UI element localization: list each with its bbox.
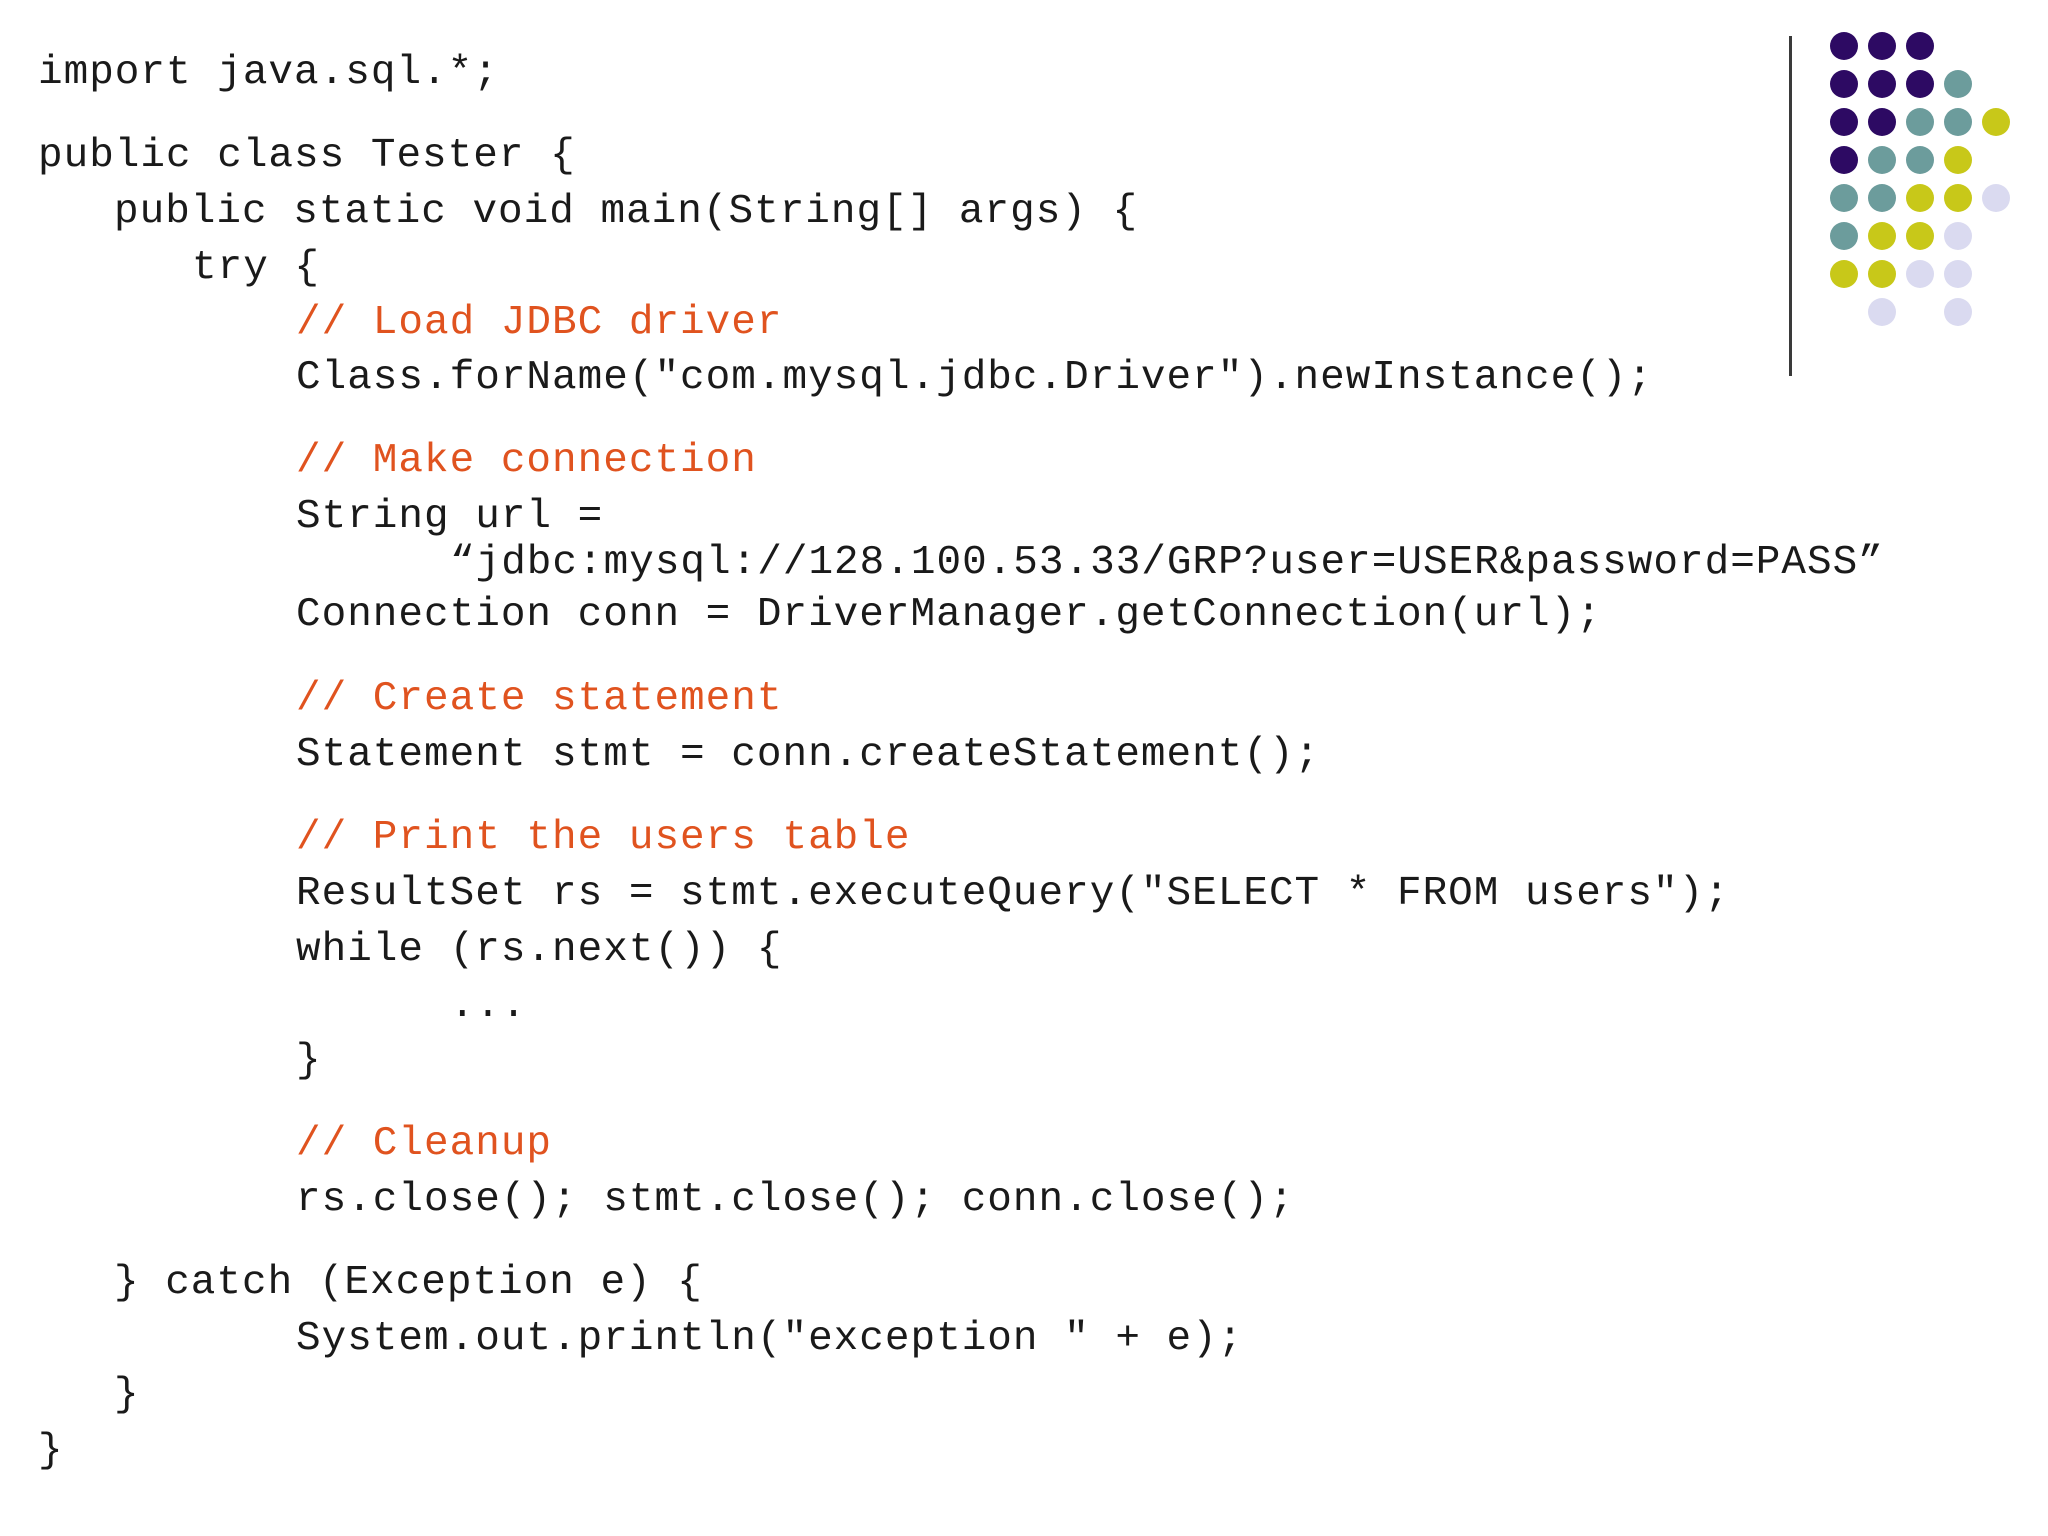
dot-lavender: [1868, 298, 1896, 326]
decorative-dot-grid: [1830, 32, 2040, 332]
dot-purple: [1868, 32, 1896, 60]
code-line-class-close: }: [38, 1428, 64, 1474]
code-line-get-connection: Connection conn = DriverManager.getConne…: [296, 592, 1602, 638]
dot-yellow: [1944, 184, 1972, 212]
dot-teal: [1868, 184, 1896, 212]
code-line-catch-close: }: [114, 1372, 140, 1418]
dot-teal: [1944, 108, 1972, 136]
dot-lavender: [1944, 260, 1972, 288]
dot-lavender: [1944, 222, 1972, 250]
dot-purple: [1830, 146, 1858, 174]
dot-purple: [1868, 108, 1896, 136]
code-line-while-close: }: [296, 1038, 322, 1084]
dot-teal: [1830, 184, 1858, 212]
dot-teal: [1906, 146, 1934, 174]
dot-purple: [1830, 108, 1858, 136]
code-line-while: while (rs.next()) {: [296, 927, 783, 973]
code-line-string-url: String url =: [296, 494, 604, 540]
dot-teal: [1906, 108, 1934, 136]
slide: import java.sql.*; public class Tester {…: [0, 0, 2048, 1536]
dot-yellow: [1868, 222, 1896, 250]
code-line-url-value: “jdbc:mysql://128.100.53.33/GRP?user=USE…: [450, 540, 1884, 586]
code-line-create-statement: Statement stmt = conn.createStatement();: [296, 732, 1321, 778]
dot-teal: [1944, 70, 1972, 98]
dot-purple: [1830, 70, 1858, 98]
dot-lavender: [1982, 184, 2010, 212]
code-line-execute-query: ResultSet rs = stmt.executeQuery("SELECT…: [296, 871, 1730, 917]
dot-teal: [1830, 222, 1858, 250]
code-line-import: import java.sql.*;: [38, 50, 499, 96]
code-comment-print-users: // Print the users table: [296, 815, 911, 861]
dot-yellow: [1830, 260, 1858, 288]
vertical-divider: [1789, 36, 1792, 376]
code-comment-cleanup: // Cleanup: [296, 1121, 553, 1167]
code-line-println: System.out.println("exception " + e);: [296, 1316, 1244, 1362]
dot-yellow: [1944, 146, 1972, 174]
code-line-close-calls: rs.close(); stmt.close(); conn.close();: [296, 1177, 1295, 1223]
dot-yellow: [1982, 108, 2010, 136]
dot-yellow: [1906, 222, 1934, 250]
code-comment-load-driver: // Load JDBC driver: [296, 300, 783, 346]
dot-teal: [1868, 146, 1896, 174]
code-comment-make-connection: // Make connection: [296, 438, 757, 484]
code-comment-create-statement: // Create statement: [296, 676, 783, 722]
dot-lavender: [1944, 298, 1972, 326]
code-line-catch: } catch (Exception e) {: [114, 1260, 703, 1306]
code-line-try: try {: [192, 245, 321, 291]
dot-lavender: [1906, 260, 1934, 288]
code-line-ellipsis: ...: [450, 983, 527, 1029]
dot-purple: [1830, 32, 1858, 60]
dot-purple: [1906, 32, 1934, 60]
code-line-class-forname: Class.forName("com.mysql.jdbc.Driver").n…: [296, 355, 1654, 401]
dot-purple: [1868, 70, 1896, 98]
dot-yellow: [1906, 184, 1934, 212]
dot-yellow: [1868, 260, 1896, 288]
dot-purple: [1906, 70, 1934, 98]
code-line-class-decl: public class Tester {: [38, 133, 576, 179]
code-line-main-decl: public static void main(String[] args) {: [114, 189, 1139, 235]
